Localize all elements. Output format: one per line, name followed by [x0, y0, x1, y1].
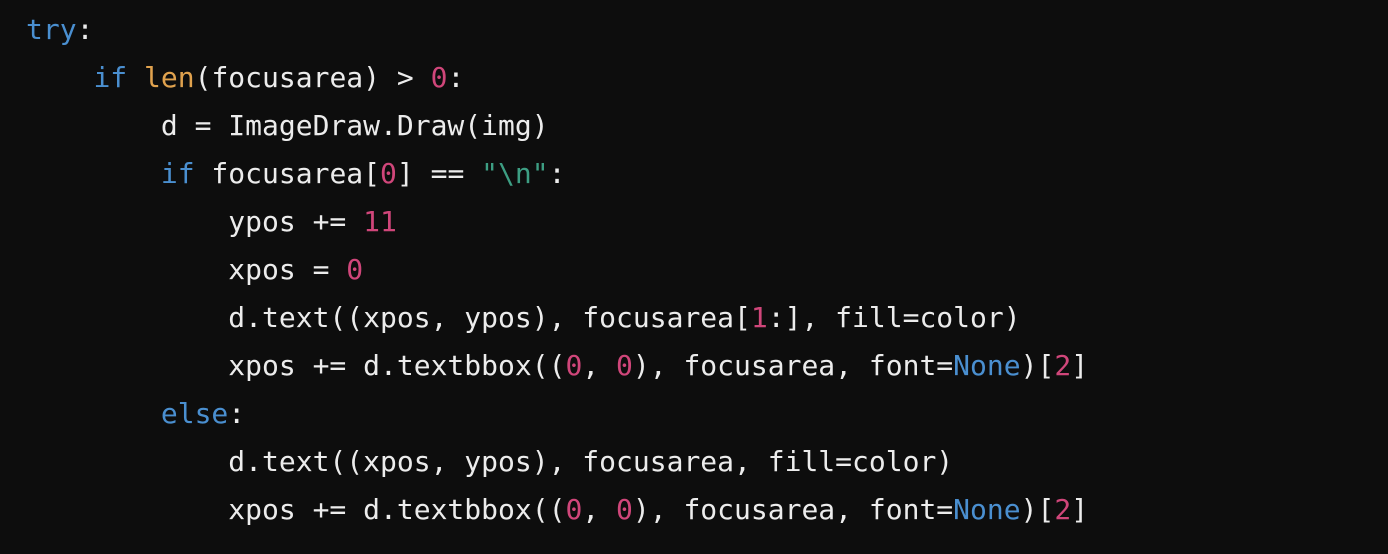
code-line: d.text((xpos, ypos), focusarea[1:], fill… [26, 294, 1388, 342]
code-token-plain: ypos += [26, 205, 364, 238]
code-line: d = ImageDraw.Draw(img) [26, 102, 1388, 150]
code-token-plain: d = ImageDraw.Draw(img) [26, 109, 549, 142]
code-token-plain: xpos += d.textbbox(( [26, 493, 566, 526]
code-token-plain: ), focusarea, font= [632, 493, 954, 526]
code-token-plain: , [582, 493, 617, 526]
code-token-plain: : [447, 61, 465, 94]
code-token-plain: (focusarea) > [194, 61, 431, 94]
code-token-plain: : [228, 397, 246, 430]
code-token-keyword: None [953, 493, 1021, 526]
code-token-plain: )[ [1020, 493, 1055, 526]
code-block[interactable]: try: if len(focusarea) > 0: d = ImageDra… [0, 0, 1388, 554]
code-token-plain: d.text((xpos, ypos), focusarea, fill=col… [26, 445, 954, 478]
code-token-plain: )[ [1020, 349, 1055, 382]
code-token-number: 11 [363, 205, 397, 238]
code-token-plain: , [582, 349, 617, 382]
code-token-number: 0 [565, 493, 583, 526]
code-token-number: 1 [750, 301, 768, 334]
code-line: xpos += d.textbbox((0, 0), focusarea, fo… [26, 342, 1388, 390]
code-token-number: 2 [1054, 493, 1072, 526]
code-token-number: 0 [565, 349, 583, 382]
code-token-plain: ] [1071, 349, 1089, 382]
code-line: try: [26, 6, 1388, 54]
code-token-string: "\n" [481, 157, 549, 190]
code-token-plain: : [76, 13, 94, 46]
code-token-number: 2 [1054, 349, 1072, 382]
code-line: if focusarea[0] == "\n": [26, 150, 1388, 198]
code-token-plain: focusarea[ [194, 157, 381, 190]
code-token-keyword: None [953, 349, 1021, 382]
code-line: xpos += d.textbbox((0, 0), focusarea, fo… [26, 486, 1388, 534]
code-token-number: 0 [430, 61, 448, 94]
code-token-number: 0 [346, 253, 364, 286]
code-token-plain: :], fill=color) [767, 301, 1021, 334]
code-token-keyword: if [93, 61, 128, 94]
code-token-number: 0 [380, 157, 397, 190]
code-token-number: 0 [616, 493, 633, 526]
code-token-plain: ] [1071, 493, 1089, 526]
code-line: xpos = 0 [26, 246, 1388, 294]
code-token-keyword: try [26, 13, 77, 46]
code-token-builtin: len [144, 61, 195, 94]
code-token-plain: d.text((xpos, ypos), focusarea[ [26, 301, 751, 334]
code-token-plain: xpos += d.textbbox(( [26, 349, 566, 382]
code-token-plain: ), focusarea, font= [632, 349, 954, 382]
code-token-keyword: if [160, 157, 195, 190]
code-token-number: 0 [616, 349, 633, 382]
code-token-plain: ] == [396, 157, 482, 190]
code-token-plain: xpos = [26, 253, 347, 286]
code-token-keyword: else [160, 397, 229, 430]
code-line: ypos += 11 [26, 198, 1388, 246]
code-line: d.text((xpos, ypos), focusarea, fill=col… [26, 438, 1388, 486]
code-line: else: [26, 390, 1388, 438]
code-token-plain: : [548, 157, 566, 190]
code-line: if len(focusarea) > 0: [26, 54, 1388, 102]
